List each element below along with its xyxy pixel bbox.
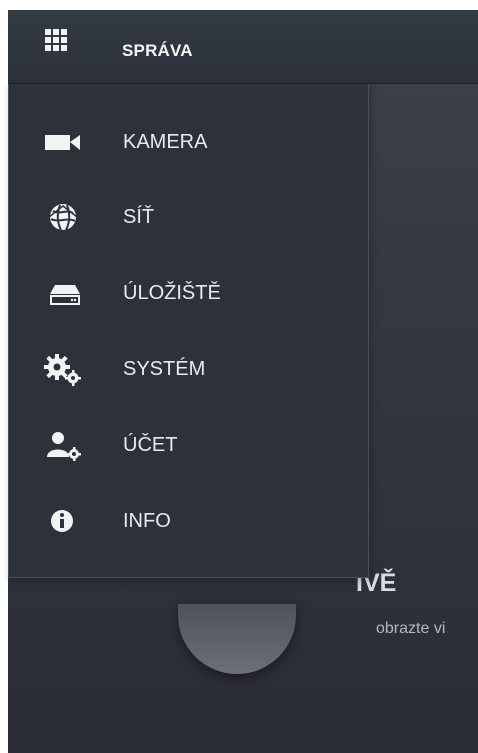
menu-item-network[interactable]: SÍŤ — [9, 188, 368, 246]
storage-drive-icon — [39, 275, 85, 311]
menu-item-storage[interactable]: ÚLOŽIŠTĚ — [9, 264, 368, 322]
gears-icon — [39, 351, 85, 387]
app-window: SPRÁVA IVĚ obrazte vi KAMERA SÍŤ ÚLOŽIŠT… — [0, 0, 478, 753]
menu-item-label: KAMERA — [123, 131, 208, 153]
network-globe-icon — [39, 199, 85, 235]
header-title[interactable]: SPRÁVA — [122, 41, 193, 61]
header-bar: SPRÁVA — [8, 10, 478, 84]
top-strip — [0, 0, 478, 10]
menu-item-label: INFO — [123, 510, 171, 532]
menu-item-label: SÍŤ — [123, 206, 155, 228]
menu-item-system[interactable]: SYSTÉM — [9, 340, 368, 398]
menu-item-camera[interactable]: KAMERA — [9, 113, 368, 171]
menu-item-label: SYSTÉM — [123, 358, 206, 380]
admin-menu: KAMERA SÍŤ ÚLOŽIŠTĚ SYSTÉM ÚČET INFO — [8, 84, 369, 578]
menu-item-label: ÚLOŽIŠTĚ — [123, 282, 221, 304]
user-settings-icon — [39, 427, 85, 463]
info-icon — [39, 503, 85, 539]
menu-item-info[interactable]: INFO — [9, 492, 368, 550]
menu-item-account[interactable]: ÚČET — [9, 416, 368, 474]
live-subtitle: obrazte vi — [376, 620, 446, 637]
camera-icon — [39, 124, 85, 160]
menu-item-label: ÚČET — [123, 434, 178, 456]
play-disc — [178, 604, 296, 674]
grid-icon[interactable] — [45, 29, 67, 51]
